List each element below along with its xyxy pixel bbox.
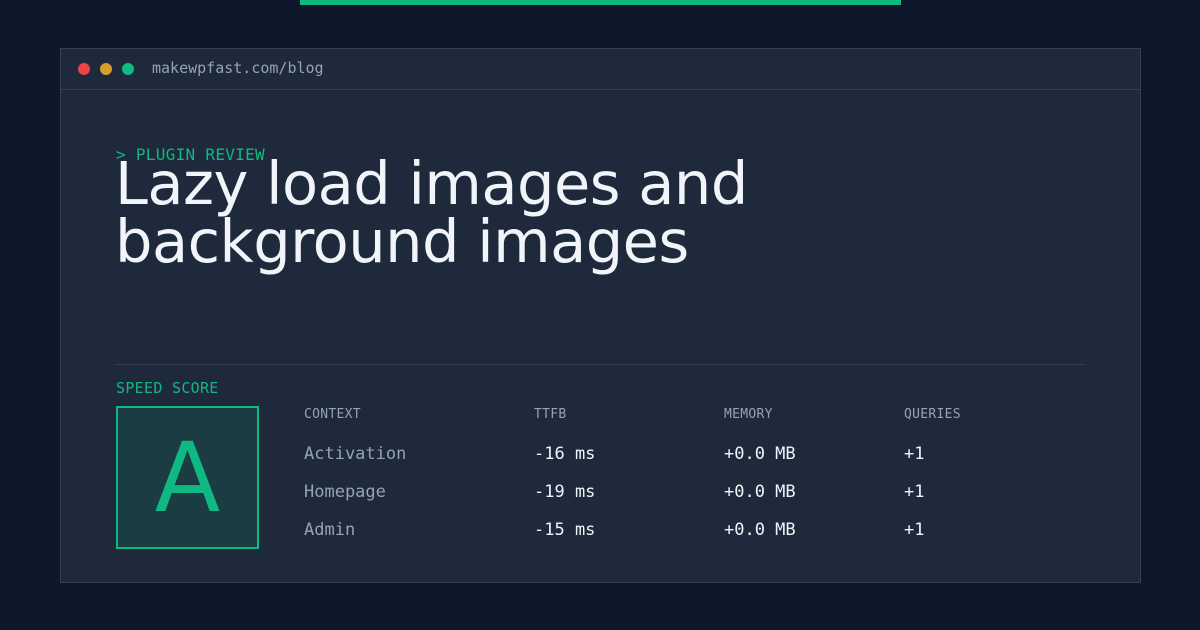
top-accent-bar: [300, 0, 901, 5]
window-titlebar: makewpfast.com/blog: [61, 49, 1140, 90]
speed-score-grade: A: [154, 421, 221, 534]
row-memory: +0.0 MB: [724, 482, 796, 502]
header-queries: QUERIES: [904, 407, 961, 422]
row-queries: +1: [904, 444, 925, 464]
row-queries: +1: [904, 482, 925, 502]
row-ttfb: -15 ms: [534, 520, 596, 540]
row-context: Activation: [304, 444, 407, 464]
row-memory: +0.0 MB: [724, 444, 796, 464]
close-dot-icon[interactable]: [78, 63, 90, 75]
row-context: Homepage: [304, 482, 386, 502]
header-memory: MEMORY: [724, 407, 773, 422]
row-queries: +1: [904, 520, 925, 540]
minimize-dot-icon[interactable]: [100, 63, 112, 75]
row-memory: +0.0 MB: [724, 520, 796, 540]
speed-score-badge: A: [116, 406, 259, 549]
browser-window: makewpfast.com/blog > PLUGIN REVIEW Lazy…: [60, 48, 1141, 583]
row-context: Admin: [304, 520, 356, 540]
maximize-dot-icon[interactable]: [122, 63, 134, 75]
speed-score-label: SPEED SCORE: [116, 379, 219, 397]
row-ttfb: -16 ms: [534, 444, 596, 464]
row-ttfb: -19 ms: [534, 482, 596, 502]
header-ttfb: TTFB: [534, 407, 567, 422]
url-text: makewpfast.com/blog: [152, 59, 324, 77]
divider: [116, 364, 1085, 365]
header-context: CONTEXT: [304, 407, 361, 422]
post-title: Lazy load images and background images: [115, 149, 748, 276]
